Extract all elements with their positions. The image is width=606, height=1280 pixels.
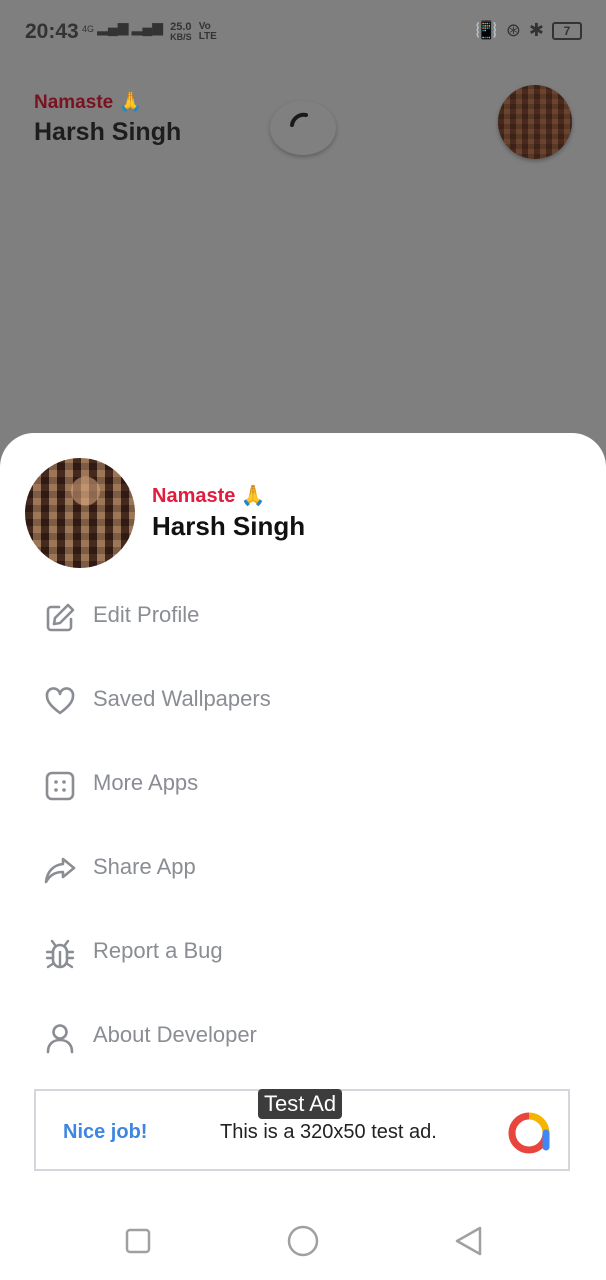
lock-rotation-icon: ⊛ [505,20,521,41]
menu-label-report-bug: Report a Bug [93,938,223,963]
menu-item-saved-wallpapers[interactable]: Saved Wallpapers [0,660,606,744]
menu-label-saved-wallpapers: Saved Wallpapers [93,686,271,711]
background-greeting-text: Namaste 🙏 [34,92,143,113]
background-avatar[interactable] [498,85,572,159]
profile-avatar[interactable] [25,458,135,568]
signal-icon-2: ▂▄▆ [131,19,164,35]
system-nav-bar [0,1200,606,1280]
recents-button[interactable] [121,1224,155,1258]
menu-item-about-developer[interactable]: About Developer [0,996,606,1080]
heart-icon [45,687,75,715]
edit-icon [46,603,75,632]
signal-icon: ▂▄▆ [97,19,129,35]
ad-headline: Nice job! [63,1121,148,1143]
menu-label-more-apps: More Apps [93,770,199,795]
network-indicators: 4G ▂▄▆ ▂▄▆ 25.0 KB/S Vo LTE [82,19,227,43]
back-button[interactable] [452,1224,486,1258]
loading-spinner [270,101,336,155]
network-type: 4G [82,24,95,34]
menu-label-share-app: Share App [93,854,196,879]
apps-icon [45,771,75,801]
menu-item-more-apps[interactable]: More Apps [0,744,606,828]
ad-text: This is a 320x50 test ad. [220,1121,437,1143]
menu-label-about-developer: About Developer [93,1022,257,1047]
menu-item-report-bug[interactable]: Report a Bug [0,912,606,996]
status-bar: 20:43 4G ▂▄▆ ▂▄▆ 25.0 KB/S Vo LTE 📳 ⊛ ✱ … [0,0,606,64]
speed-unit: KB/S [170,32,192,42]
bug-icon [45,939,75,969]
test-ad-badge: Test Ad [258,1089,343,1119]
profile-bottom-sheet: Namaste 🙏 Harsh Singh Edit Profile Saved… [0,433,606,1280]
background-greeting: Namaste 🙏 Harsh Singh [34,90,181,147]
battery-icon: 7 [552,21,582,40]
menu-item-share-app[interactable]: Share App [0,828,606,912]
home-button[interactable] [286,1224,320,1258]
menu-item-edit-profile[interactable]: Edit Profile [0,576,606,660]
share-icon [44,857,76,884]
menu-label-edit-profile: Edit Profile [93,602,200,627]
volte-indicator: Vo LTE [198,21,217,42]
profile-name: Harsh Singh [152,511,306,541]
speed-indicator: 25.0 KB/S [170,21,192,43]
ad-banner[interactable]: Test Ad Nice job! This is a 320x50 test … [34,1089,570,1171]
profile-greeting: Namaste 🙏 [152,485,266,507]
bluetooth-icon: ✱ [528,20,544,41]
user-icon [46,1024,74,1054]
background-user-name: Harsh Singh [34,118,182,146]
vibrate-icon: 📳 [475,20,498,41]
status-time: 20:43 [25,20,79,43]
profile-menu: Edit Profile Saved Wallpapers More Apps … [0,576,606,1080]
ad-logo-icon [508,1112,550,1154]
speed-value: 25.0 [170,21,192,33]
status-right-icons: 📳 ⊛ ✱ 7 [475,20,582,41]
